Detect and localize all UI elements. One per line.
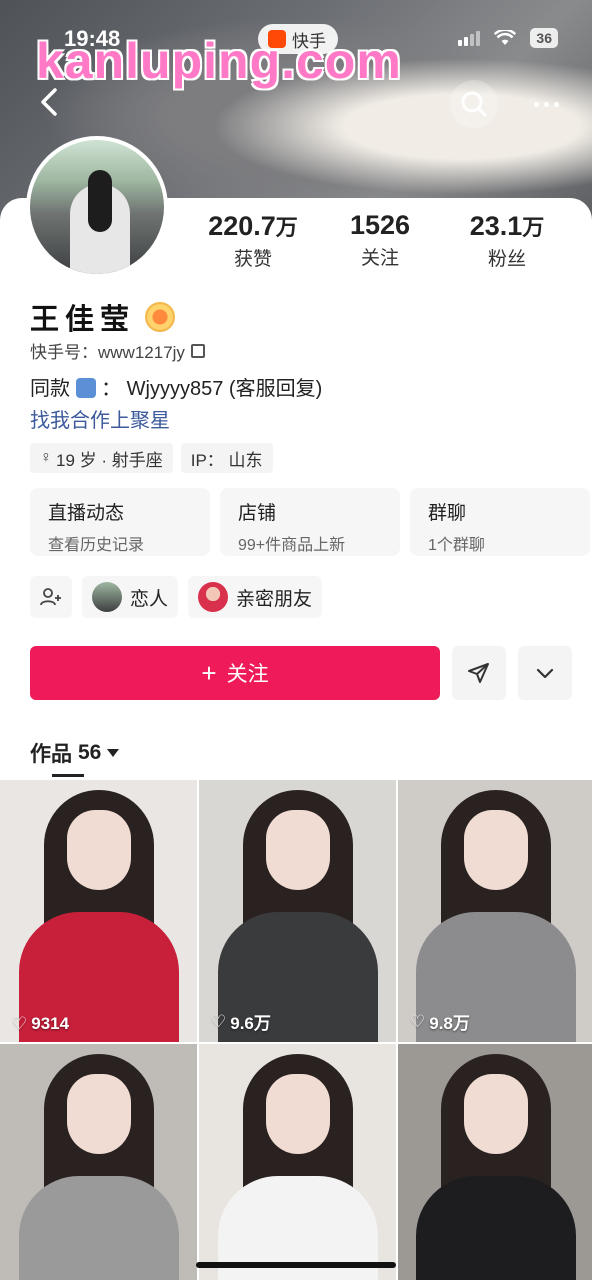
dot-icon <box>543 101 549 107</box>
feature-title: 直播动态 <box>48 503 125 524</box>
dot-icon <box>533 101 539 107</box>
feature-cards: 直播动态 查看历史记录 店铺 99+件商品上新 群聊 1个群聊 <box>30 488 590 556</box>
send-icon <box>468 663 489 683</box>
stat-unit: 万 <box>275 215 298 240</box>
feature-title: 群聊 <box>428 503 467 524</box>
feature-shop[interactable]: 店铺 99+件商品上新 <box>220 488 400 556</box>
follow-label: 关注 <box>226 663 269 686</box>
name-row: 王佳莹 <box>30 296 176 338</box>
search-icon <box>461 91 487 117</box>
tab-works[interactable]: 作品 56 <box>30 738 120 768</box>
works-grid: ♡ 9314 ♡ 9.6万 ♡ 9.8万 <box>0 780 592 1280</box>
more-options-button[interactable] <box>522 80 570 128</box>
like-count-value: 9.6万 <box>230 1014 271 1033</box>
like-count: ♡ 9314 <box>12 1014 69 1034</box>
follow-button[interactable]: + 关注 <box>30 646 440 700</box>
battery-icon: 36 <box>530 28 558 48</box>
heart-icon: ♡ <box>410 1011 426 1031</box>
feature-subtitle: 99+件商品上新 <box>238 537 346 554</box>
video-thumbnail[interactable]: ♡ 9.6万 <box>199 780 396 1042</box>
expand-button[interactable] <box>518 646 572 700</box>
add-user-icon <box>40 588 61 606</box>
tags-row: ♀ 19 岁 · 射手座 IP： 山东 <box>30 443 273 473</box>
dropdown-triangle-icon <box>107 749 120 757</box>
video-thumbnail[interactable]: ♡ 9314 <box>0 780 197 1042</box>
video-thumbnail[interactable]: ♡ 9.8万 <box>398 780 592 1042</box>
stat-following[interactable]: 1526 关注 <box>317 210 443 271</box>
cooperation-link[interactable]: 找我合作上聚星 <box>30 404 170 433</box>
female-icon: ♀ <box>40 449 52 466</box>
like-count-value: 9314 <box>31 1014 70 1033</box>
stat-label: 粉丝 <box>487 249 526 270</box>
chevron-down-icon <box>536 668 554 679</box>
avatar[interactable] <box>26 136 168 278</box>
like-count: ♡ 9.8万 <box>410 1009 470 1034</box>
works-label: 作品 <box>30 743 72 766</box>
feature-subtitle: 1个群聊 <box>428 537 485 554</box>
relation-label: 亲密朋友 <box>236 588 313 610</box>
user-id-text: 快手号：www1217jy <box>30 343 185 362</box>
copy-icon[interactable] <box>190 343 205 358</box>
wifi-icon <box>494 30 517 45</box>
search-button[interactable] <box>450 80 498 128</box>
lover-avatar <box>92 582 122 612</box>
feature-group-chat[interactable]: 群聊 1个群聊 <box>410 488 590 556</box>
friend-avatar <box>198 582 229 612</box>
send-message-button[interactable] <box>452 646 506 700</box>
stat-unit: 万 <box>522 215 545 240</box>
signal-icon <box>458 30 481 46</box>
video-thumbnail[interactable] <box>199 1044 396 1280</box>
feature-subtitle: 查看历史记录 <box>48 537 145 554</box>
age-tag-label: 19 岁 · 射手座 <box>56 450 163 470</box>
works-count: 56 <box>78 741 102 764</box>
dot-icon <box>553 101 559 107</box>
stat-likes[interactable]: 220.7万 获赞 <box>190 210 316 271</box>
action-row: + 关注 <box>30 646 572 700</box>
relations-row: 恋人 亲密朋友 <box>30 576 323 618</box>
watermark-text: kanluping.com <box>36 33 402 89</box>
heart-icon: ♡ <box>211 1011 227 1031</box>
relation-close-friend[interactable]: 亲密朋友 <box>188 576 323 618</box>
age-tag: ♀ 19 岁 · 射手座 <box>30 443 173 473</box>
stat-label: 关注 <box>360 248 399 269</box>
back-icon[interactable] <box>30 82 70 122</box>
stat-value: 23.1 <box>469 211 523 241</box>
home-indicator <box>196 1262 396 1268</box>
relation-label: 恋人 <box>130 588 169 610</box>
stat-value: 220.7 <box>208 211 276 241</box>
video-thumbnail[interactable] <box>0 1044 197 1280</box>
bio-text: 同款 ： Wjyyyy857 (客服回复) <box>30 372 322 401</box>
tab-indicator <box>52 774 84 777</box>
medal-icon[interactable] <box>145 302 176 332</box>
stat-label: 获赞 <box>233 249 272 270</box>
stat-value: 1526 <box>349 210 411 240</box>
feature-live[interactable]: 直播动态 查看历史记录 <box>30 488 210 556</box>
video-thumbnail[interactable] <box>398 1044 592 1280</box>
add-friend-button[interactable] <box>30 576 72 618</box>
like-count: ♡ 9.6万 <box>211 1009 271 1034</box>
stats-row: 220.7万 获赞 1526 关注 23.1万 粉丝 <box>190 210 570 271</box>
stat-followers[interactable]: 23.1万 粉丝 <box>444 210 570 271</box>
plus-icon: + <box>201 657 217 688</box>
bio-contact: ： Wjyyyy857 (客服回复) <box>101 378 323 400</box>
like-count-value: 9.8万 <box>429 1014 470 1033</box>
feature-title: 店铺 <box>238 503 277 524</box>
user-id-row: 快手号：www1217jy <box>30 338 205 363</box>
profile-name: 王佳莹 <box>30 304 136 336</box>
status-icons: 36 <box>458 28 558 48</box>
ip-tag-label: IP： 山东 <box>190 450 263 470</box>
heart-icon: ♡ <box>12 1014 28 1033</box>
ip-tag: IP： 山东 <box>180 443 273 473</box>
shirt-emoji-icon <box>75 378 96 398</box>
relation-lover[interactable]: 恋人 <box>82 576 179 618</box>
bio-prefix: 同款 <box>30 378 70 400</box>
